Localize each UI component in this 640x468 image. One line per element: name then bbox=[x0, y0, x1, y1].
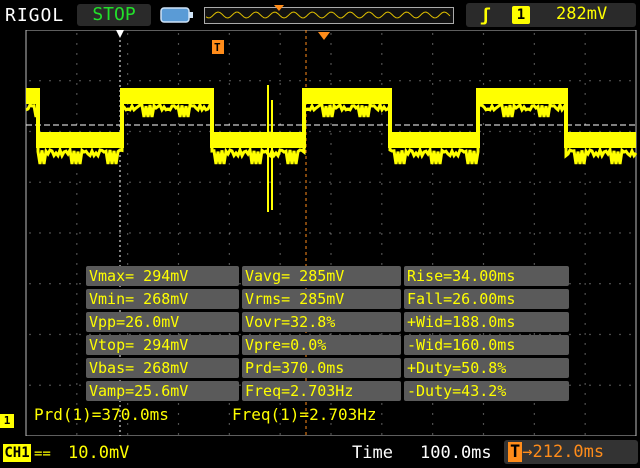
measurement-cell: Vmax= 294mV bbox=[86, 266, 239, 286]
measurement-row: Vmin= 268mV Vrms= 285mV Fall=26.00ms bbox=[86, 289, 572, 309]
measurement-cell: Fall=26.00ms bbox=[404, 289, 569, 309]
rising-edge-icon: ʃ bbox=[480, 5, 491, 26]
measurement-cell: Vtop= 294mV bbox=[86, 335, 239, 355]
trigger-t-marker-label: T bbox=[214, 41, 221, 54]
measurement-cell: Vavg= 285mV bbox=[242, 266, 401, 286]
ch1-ground-marker-icon[interactable]: 1 bbox=[0, 414, 14, 428]
run-stop-status[interactable]: STOP bbox=[77, 4, 151, 26]
measurement-row: Vtop= 294mV Vpre=0.0% -Wid=160.0ms bbox=[86, 335, 572, 355]
measurement-cell: Rise=34.00ms bbox=[404, 266, 569, 286]
brand-logo: RIGOL bbox=[5, 5, 65, 26]
trigger-panel[interactable] bbox=[466, 3, 636, 27]
measurement-cell: Vamp=25.6mV bbox=[86, 381, 239, 401]
measurement-row: Vamp=25.6mV Freq=2.703Hz -Duty=43.2% bbox=[86, 381, 572, 401]
dc-coupling-icon: == bbox=[34, 446, 51, 462]
trigger-offset-value[interactable]: T →212.0ms bbox=[504, 440, 638, 464]
measurement-cell: Vpre=0.0% bbox=[242, 335, 401, 355]
timebase-value: 100.0ms bbox=[420, 443, 492, 463]
timebase-label: Time bbox=[352, 443, 393, 463]
trigger-level-value: 282mV bbox=[556, 4, 608, 24]
measurement-row: Vpp=26.0mV Vovr=32.8% +Wid=188.0ms bbox=[86, 312, 572, 332]
ch1-badge[interactable]: CH1 bbox=[3, 444, 31, 462]
trigger-offset-text: →212.0ms bbox=[522, 442, 605, 462]
memory-overview-bar[interactable] bbox=[204, 4, 454, 26]
ch1-vertical-scale: 10.0mV bbox=[68, 443, 130, 463]
measurement-row: Vbas= 268mV Prd=370.0ms +Duty=50.8% bbox=[86, 358, 572, 378]
measurement-cell: Vbas= 268mV bbox=[86, 358, 239, 378]
battery-icon bbox=[160, 7, 193, 23]
measurement-cell: +Duty=50.8% bbox=[404, 358, 569, 378]
trigger-source-badge: 1 bbox=[512, 6, 530, 24]
period-readout: Prd(1)=370.0ms bbox=[34, 405, 169, 424]
frequency-readout: Freq(1)=2.703Hz bbox=[232, 405, 377, 424]
measurement-cell: +Wid=188.0ms bbox=[404, 312, 569, 332]
measurement-row: Vmax= 294mV Vavg= 285mV Rise=34.00ms bbox=[86, 266, 572, 286]
measurement-cell: Vovr=32.8% bbox=[242, 312, 401, 332]
measurement-cell: Vmin= 268mV bbox=[86, 289, 239, 309]
trigger-offset-icon: T bbox=[508, 442, 523, 462]
measurement-cell: Prd=370.0ms bbox=[242, 358, 401, 378]
measurement-cell: -Wid=160.0ms bbox=[404, 335, 569, 355]
measurement-cell: Freq=2.703Hz bbox=[242, 381, 401, 401]
measurement-cell: Vpp=26.0mV bbox=[86, 312, 239, 332]
measurement-cell: -Duty=43.2% bbox=[404, 381, 569, 401]
measurement-table: Vmax= 294mV Vavg= 285mV Rise=34.00ms Vmi… bbox=[86, 266, 572, 404]
measurement-cell: Vrms= 285mV bbox=[242, 289, 401, 309]
